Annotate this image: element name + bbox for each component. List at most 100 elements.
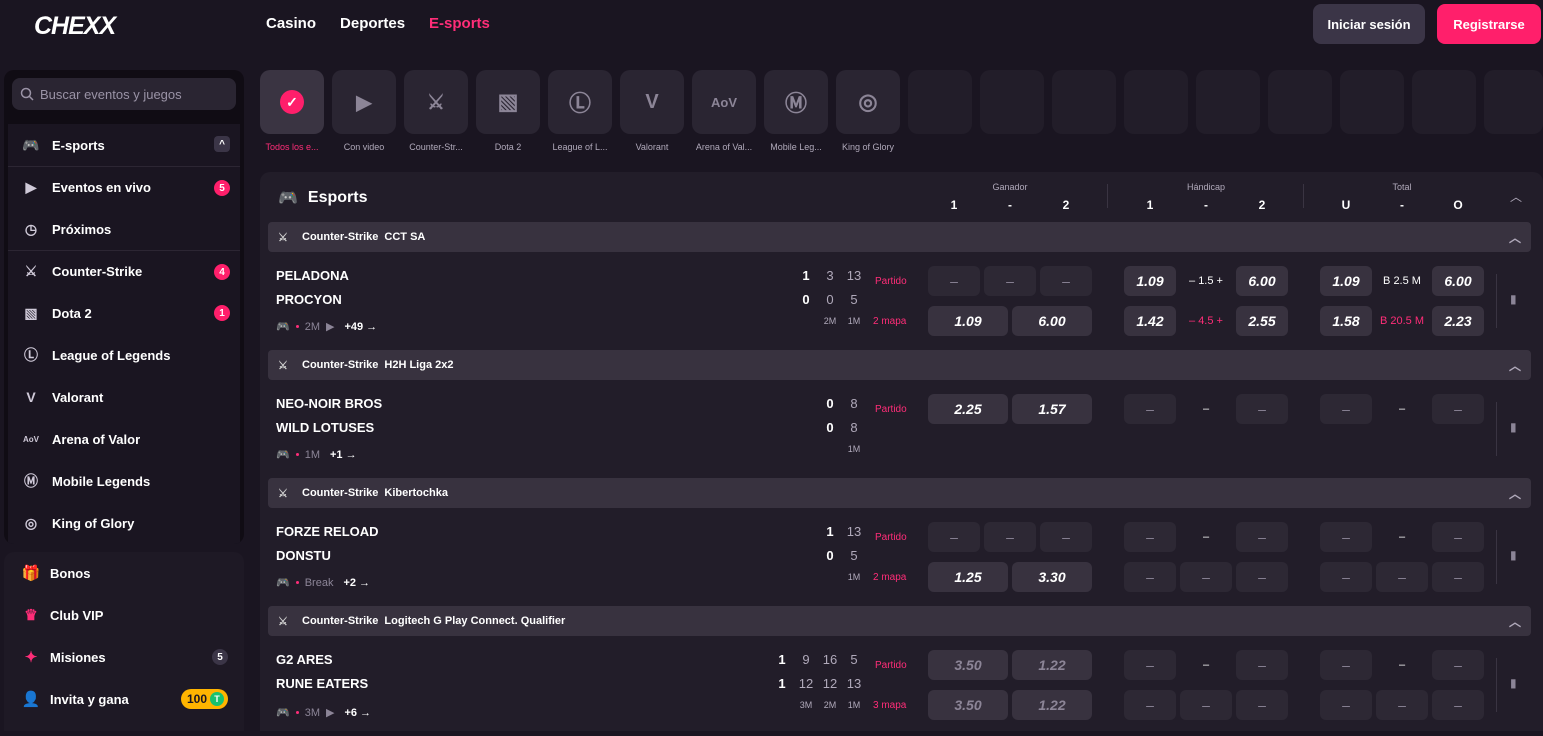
sidebar-item-cs[interactable]: ⚔ Counter-Strike 4 [8,250,240,292]
chevron-up-icon[interactable]: ︿ [1509,229,1521,246]
odd-button[interactable]: 1.58 [1320,306,1372,336]
team-name[interactable]: RUNE EATERS [276,676,368,691]
odd-button[interactable]: – [1432,522,1484,552]
odd-button[interactable]: – [1180,690,1232,720]
sidebar-item-upcoming[interactable]: ◷ Próximos [8,208,240,250]
odd-button[interactable]: – [1376,690,1428,720]
league-header[interactable]: ⚔ Counter-Strike CCT SA ︿ [268,222,1531,252]
game-filter-dota[interactable]: ▧ Dota 2 [476,70,540,152]
sidebar-item-live[interactable]: ▶ Eventos en vivo 5 [8,166,240,208]
chevron-up-icon[interactable]: ^ [214,136,230,152]
odd-button[interactable]: – [1320,394,1372,424]
more-markets-link[interactable]: +6 → [344,707,371,719]
odd-button[interactable]: 1.57 [1012,394,1092,424]
odd-button[interactable]: – [1320,562,1372,592]
odd-button[interactable]: 1.22 [1012,650,1092,680]
search-input[interactable]: Buscar eventos y juegos [12,78,236,110]
odd-button[interactable]: – [1320,650,1372,680]
odd-button[interactable]: 1.09 [928,306,1008,336]
odd-button[interactable]: – [928,522,980,552]
odd-button[interactable]: 2.55 [1236,306,1288,336]
odd-button[interactable]: 1.09 [1124,266,1176,296]
team-name[interactable]: PROCYON [276,292,342,307]
odd-button[interactable]: – [1320,690,1372,720]
odd-button[interactable]: – [1236,650,1288,680]
chevron-up-icon[interactable]: ︿ [1509,613,1521,630]
odd-button[interactable]: – [1236,522,1288,552]
league-header[interactable]: ⚔ Counter-Strike H2H Liga 2x2 ︿ [268,350,1531,380]
odd-button[interactable]: 6.00 [1236,266,1288,296]
odd-button[interactable]: – [1432,650,1484,680]
game-filter-ml[interactable]: Ⓜ Mobile Leg... [764,70,828,152]
odd-button[interactable]: – [1236,394,1288,424]
odd-button[interactable]: 2.25 [928,394,1008,424]
sidebar-item-aov[interactable]: AoV Arena of Valor [8,418,240,460]
stats-icon[interactable]: ▮ [1510,548,1517,562]
sidebar-item-misiones[interactable]: ✦ Misiones 5 [4,636,244,678]
team-name[interactable]: NEO-NOIR BROS [276,396,382,411]
sidebar-item-valorant[interactable]: V Valorant [8,376,240,418]
nav-casino[interactable]: Casino [266,15,316,32]
odd-button[interactable]: – [1124,650,1176,680]
odd-button[interactable]: – [1124,562,1176,592]
game-filter-valorant[interactable]: V Valorant [620,70,684,152]
odd-button[interactable]: – [1124,394,1176,424]
team-name[interactable]: PELADONA [276,268,349,283]
odd-button[interactable]: – [1040,266,1092,296]
sidebar-item-dota[interactable]: ▧ Dota 2 1 [8,292,240,334]
odd-button[interactable]: 2.23 [1432,306,1484,336]
game-filter-aov[interactable]: AoV Arena of Val... [692,70,756,152]
team-name[interactable]: G2 ARES [276,652,333,667]
sidebar-item-esports[interactable]: 🎮 E-sports ^ [8,124,240,166]
sidebar-item-vip[interactable]: ♛ Club VIP [4,594,244,636]
team-name[interactable]: DONSTU [276,548,331,563]
stats-icon[interactable]: ▮ [1510,676,1517,690]
sidebar-item-kog[interactable]: ◎ King of Glory [8,502,240,544]
odd-button[interactable]: – [1040,522,1092,552]
nav-deportes[interactable]: Deportes [340,15,405,32]
game-filter-kog[interactable]: ◎ King of Glory [836,70,900,152]
odd-button[interactable]: – [1376,562,1428,592]
odd-button[interactable]: – [928,266,980,296]
odd-button[interactable]: – [1236,562,1288,592]
odd-button[interactable]: – [1320,522,1372,552]
odd-button[interactable]: – [984,266,1036,296]
odd-button[interactable]: – [1432,690,1484,720]
register-button[interactable]: Registrarse [1437,4,1541,44]
nav-esports[interactable]: E-sports [429,15,490,32]
game-filter-cs[interactable]: ⚔ Counter-Str... [404,70,468,152]
more-markets-link[interactable]: +49 → [344,321,377,333]
team-name[interactable]: FORZE RELOAD [276,524,379,539]
game-filter-all[interactable]: ✓ Todos los e... [260,70,324,152]
stats-icon[interactable]: ▮ [1510,292,1517,306]
odd-button[interactable]: 6.00 [1012,306,1092,336]
logo[interactable]: CHEXX [34,12,116,41]
odd-button[interactable]: 1.25 [928,562,1008,592]
odd-button[interactable]: 3.50 [928,690,1008,720]
chevron-up-icon[interactable]: ︿ [1509,485,1521,502]
odd-button[interactable]: – [1236,690,1288,720]
odd-button[interactable]: 1.09 [1320,266,1372,296]
odd-button[interactable]: – [1432,394,1484,424]
odd-button[interactable]: – [1124,522,1176,552]
sidebar-item-invite[interactable]: 👤 Invita y gana 100 T [4,678,244,720]
odd-button[interactable]: – [1124,690,1176,720]
chevron-up-icon[interactable]: ︿ [1509,357,1521,374]
odd-button[interactable]: 1.42 [1124,306,1176,336]
more-markets-link[interactable]: +2 → [343,577,370,589]
league-header[interactable]: ⚔ Counter-Strike Logitech G Play Connect… [268,606,1531,636]
odd-button[interactable]: – [984,522,1036,552]
odd-button[interactable]: – [1432,562,1484,592]
odd-button[interactable]: 1.22 [1012,690,1092,720]
game-filter-lol[interactable]: Ⓛ League of L... [548,70,612,152]
sidebar-item-bonos[interactable]: 🎁 Bonos [4,552,244,594]
game-filter-video[interactable]: ▶ Con video [332,70,396,152]
league-header[interactable]: ⚔ Counter-Strike Kibertochka ︿ [268,478,1531,508]
odd-button[interactable]: – [1180,562,1232,592]
odd-button[interactable]: 3.50 [928,650,1008,680]
sidebar-item-ml[interactable]: Ⓜ Mobile Legends [8,460,240,502]
chevron-up-icon[interactable]: ︿ [1510,188,1522,205]
odd-button[interactable]: 3.30 [1012,562,1092,592]
sidebar-item-lol[interactable]: Ⓛ League of Legends [8,334,240,376]
team-name[interactable]: WILD LOTUSES [276,420,374,435]
